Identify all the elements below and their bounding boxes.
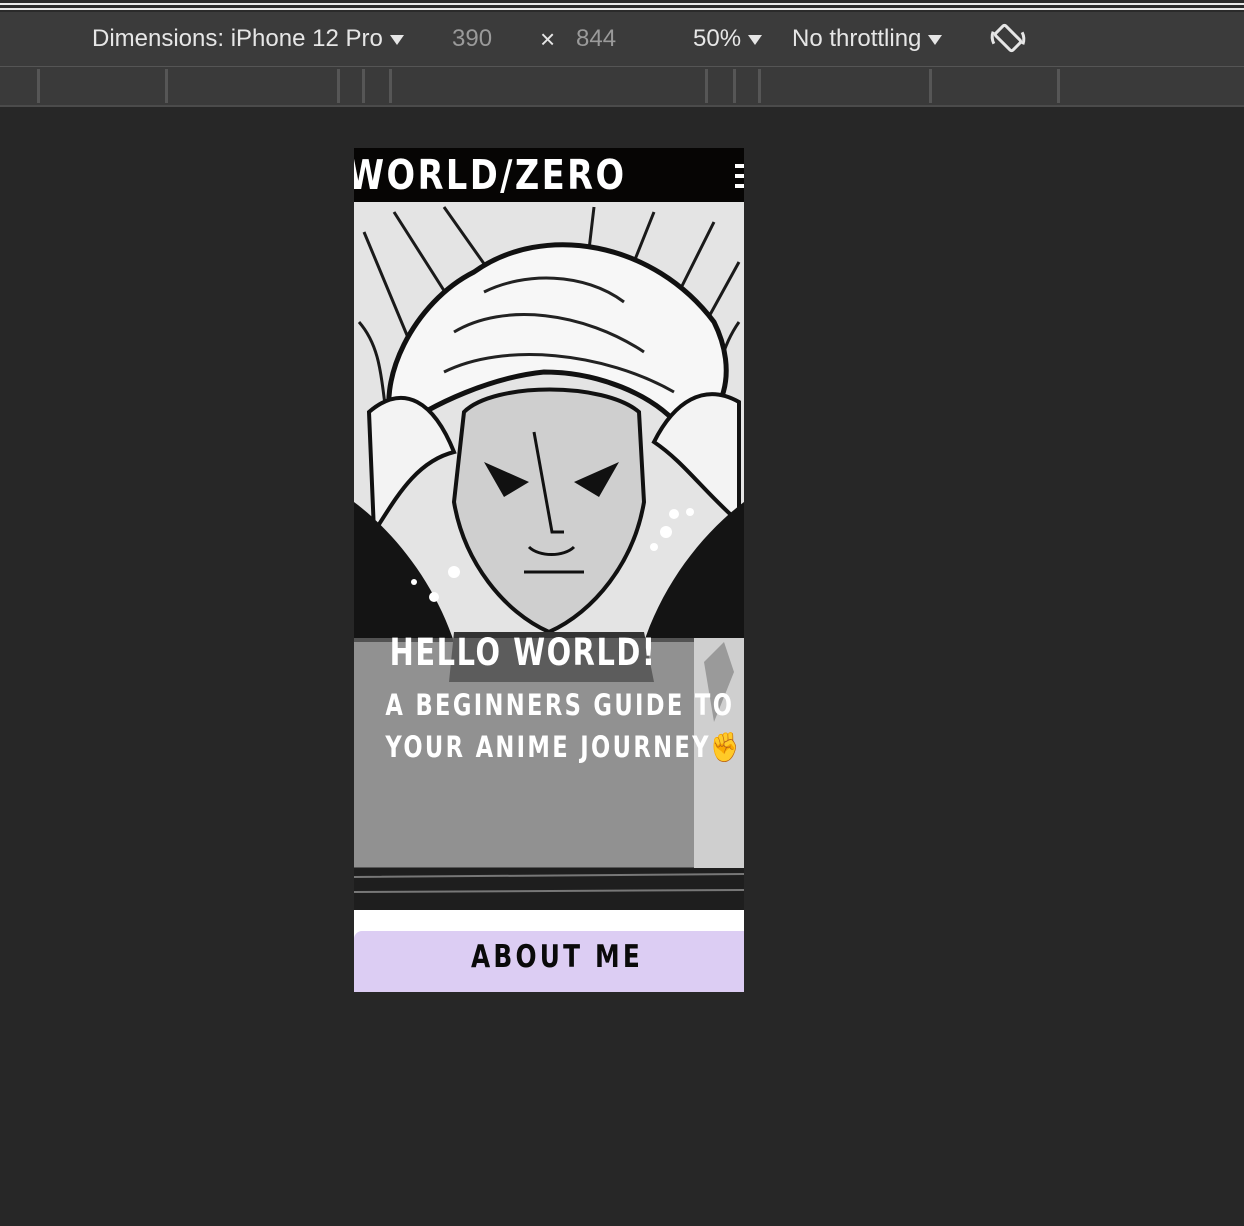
hero-subtitle-line-1: A BEGINNERS GUIDE TO bbox=[385, 688, 735, 722]
chevron-down-icon bbox=[928, 35, 943, 45]
zoom-label: 50% bbox=[693, 25, 742, 52]
chevron-down-icon bbox=[389, 35, 404, 45]
about-me-label: ABOUT ME bbox=[470, 939, 644, 975]
hamburger-menu-icon[interactable] bbox=[735, 164, 744, 192]
dimensions-label: Dimensions: iPhone 12 Pro bbox=[92, 25, 383, 52]
width-input[interactable]: 390 bbox=[452, 25, 492, 53]
site-logo[interactable]: WORLD/ZERO bbox=[354, 151, 627, 199]
zoom-dropdown[interactable]: 50% bbox=[693, 25, 763, 53]
device-toolbar: Dimensions: iPhone 12 Pro 390 × 844 50% … bbox=[0, 12, 1244, 67]
hero-section bbox=[354, 202, 744, 910]
site-header: WORLD/ZERO bbox=[354, 148, 744, 202]
times-icon: × bbox=[540, 24, 556, 54]
hero-subtitle-line-2: YOUR ANIME JOURNEY✊ bbox=[385, 730, 742, 764]
dimensions-dropdown[interactable]: Dimensions: iPhone 12 Pro bbox=[92, 25, 404, 53]
throttling-label: No throttling bbox=[792, 25, 922, 52]
height-input[interactable]: 844 bbox=[576, 25, 616, 53]
media-query-ruler bbox=[0, 67, 1244, 107]
window-top-border bbox=[0, 0, 1244, 12]
rotate-icon bbox=[990, 23, 1026, 53]
throttling-dropdown[interactable]: No throttling bbox=[792, 25, 943, 53]
rotate-button[interactable] bbox=[988, 18, 1028, 58]
about-me-button[interactable]: ABOUT ME bbox=[354, 931, 744, 992]
chevron-down-icon bbox=[748, 35, 763, 45]
hero-title: HELLO WORLD! bbox=[389, 631, 657, 674]
device-viewport: WORLD/ZERO HELLO WORLD! A BEGINNERS GUID… bbox=[354, 148, 744, 992]
